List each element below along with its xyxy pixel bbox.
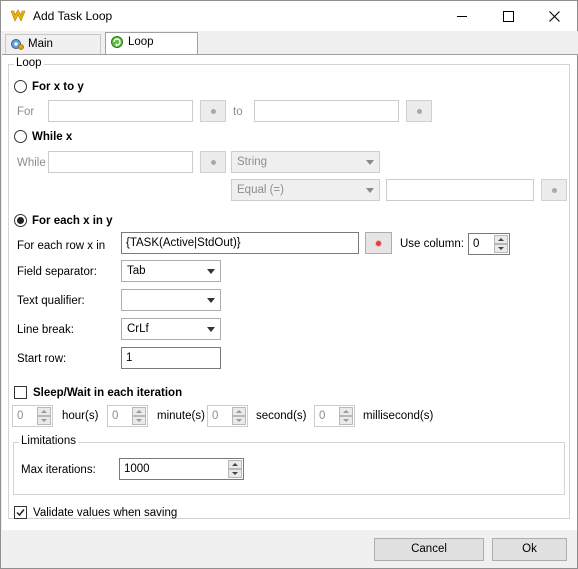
- minutes-label: minute(s): [157, 410, 205, 422]
- line-break-value: CrLf: [127, 323, 149, 335]
- use-column-label: Use column:: [400, 238, 464, 250]
- close-button[interactable]: [531, 1, 577, 31]
- spin-up-icon[interactable]: [37, 407, 51, 416]
- hours-spinner[interactable]: 0: [12, 405, 53, 427]
- while-input[interactable]: [48, 151, 193, 173]
- for-input[interactable]: [48, 100, 193, 122]
- for-each-row-input[interactable]: {TASK(Active|StdOut)}: [121, 232, 359, 254]
- use-column-spinner[interactable]: 0: [468, 233, 510, 255]
- sleep-checkbox[interactable]: [14, 386, 27, 399]
- to-input[interactable]: [254, 100, 399, 122]
- while-label: While: [17, 157, 46, 169]
- tab-main-settings[interactable]: Main settings: [5, 34, 101, 68]
- limitations-group: [13, 442, 565, 495]
- title-bar: Add Task Loop: [1, 1, 577, 31]
- spin-up-icon[interactable]: [228, 460, 242, 469]
- add-task-loop-window: Add Task Loop Main settings Loop setting…: [0, 0, 578, 569]
- spin-up-icon[interactable]: [232, 407, 246, 416]
- spin-down-icon[interactable]: [228, 469, 242, 478]
- ok-button[interactable]: Ok: [492, 538, 567, 561]
- app-logo-icon: [10, 9, 26, 22]
- to-variable-button[interactable]: [406, 100, 432, 122]
- loop-icon: [111, 36, 123, 48]
- maximize-button[interactable]: [485, 1, 531, 31]
- loop-settings-panel: Loop For x to y For to While x While Str…: [2, 54, 577, 530]
- chevron-down-icon: [366, 160, 374, 165]
- start-row-label: Start row:: [17, 353, 67, 365]
- gear-icon: [11, 39, 24, 50]
- sleep-label: Sleep/Wait in each iteration: [33, 387, 183, 399]
- spin-down-icon[interactable]: [132, 416, 146, 425]
- milliseconds-label: millisecond(s): [363, 410, 434, 422]
- for-each-label: For each x in y: [32, 215, 113, 227]
- minimize-button[interactable]: [439, 1, 485, 31]
- validate-label: Validate values when saving: [33, 507, 178, 519]
- spin-up-icon[interactable]: [132, 407, 146, 416]
- close-icon: [548, 10, 560, 22]
- start-row-input[interactable]: 1: [121, 347, 221, 369]
- for-each-radio[interactable]: [14, 214, 27, 227]
- spin-up-icon[interactable]: [339, 407, 353, 416]
- dot-icon: [551, 187, 557, 193]
- dot-icon: [376, 240, 381, 246]
- seconds-spinner[interactable]: 0: [207, 405, 248, 427]
- loop-group-legend: Loop: [14, 57, 44, 69]
- spin-down-icon[interactable]: [232, 416, 246, 425]
- dot-icon: [210, 108, 216, 114]
- max-iterations-value: 1000: [124, 463, 150, 475]
- seconds-label: second(s): [256, 410, 307, 422]
- use-column-value: 0: [473, 238, 480, 250]
- tab-loop-settings[interactable]: Loop settings: [105, 32, 198, 66]
- hours-label: hour(s): [62, 410, 99, 422]
- while-type-value: String: [237, 156, 268, 168]
- field-separator-select[interactable]: Tab: [121, 260, 221, 282]
- minutes-spinner[interactable]: 0: [107, 405, 148, 427]
- checkmark-icon: [16, 509, 25, 517]
- spin-up-icon[interactable]: [494, 235, 508, 244]
- seconds-value: 0: [212, 410, 219, 422]
- chevron-down-icon: [207, 298, 215, 303]
- validate-checkbox[interactable]: [14, 506, 27, 519]
- chevron-down-icon: [207, 327, 215, 332]
- while-compare-variable-button[interactable]: [541, 179, 567, 201]
- while-type-select[interactable]: String: [231, 151, 380, 173]
- hours-value: 0: [17, 410, 24, 422]
- window-title: Add Task Loop: [33, 9, 113, 23]
- while-operator-value: Equal (=): [237, 184, 284, 196]
- field-separator-value: Tab: [127, 265, 146, 277]
- while-x-radio[interactable]: [14, 130, 27, 143]
- for-label: For: [17, 106, 35, 118]
- text-qualifier-label: Text qualifier:: [17, 295, 85, 307]
- for-each-row-label: For each row x in: [17, 240, 106, 252]
- dot-icon: [416, 108, 422, 114]
- spin-down-icon[interactable]: [37, 416, 51, 425]
- max-iterations-label: Max iterations:: [21, 464, 96, 476]
- max-iterations-spinner[interactable]: 1000: [119, 458, 244, 480]
- for-variable-button[interactable]: [200, 100, 226, 122]
- for-x-to-y-radio[interactable]: [14, 80, 27, 93]
- while-compare-input[interactable]: [386, 179, 534, 201]
- chevron-down-icon: [207, 269, 215, 274]
- while-operator-select[interactable]: Equal (=): [231, 179, 380, 201]
- minutes-value: 0: [112, 410, 119, 422]
- text-qualifier-select[interactable]: [121, 289, 221, 311]
- line-break-label: Line break:: [17, 324, 74, 336]
- for-x-to-y-label: For x to y: [32, 81, 84, 93]
- milliseconds-spinner[interactable]: 0: [314, 405, 355, 427]
- while-x-label: While x: [32, 131, 73, 143]
- dot-icon: [210, 159, 216, 165]
- for-each-variable-button[interactable]: [365, 232, 392, 254]
- while-variable-button[interactable]: [200, 151, 226, 173]
- line-break-select[interactable]: CrLf: [121, 318, 221, 340]
- chevron-down-icon: [366, 188, 374, 193]
- cancel-button[interactable]: Cancel: [374, 538, 484, 561]
- milliseconds-value: 0: [319, 410, 326, 422]
- limitations-legend: Limitations: [19, 435, 78, 447]
- spin-down-icon[interactable]: [494, 244, 508, 253]
- tab-strip: Main settings Loop settings: [2, 31, 578, 68]
- field-separator-label: Field separator:: [17, 266, 97, 278]
- spin-down-icon[interactable]: [339, 416, 353, 425]
- to-label: to: [233, 106, 243, 118]
